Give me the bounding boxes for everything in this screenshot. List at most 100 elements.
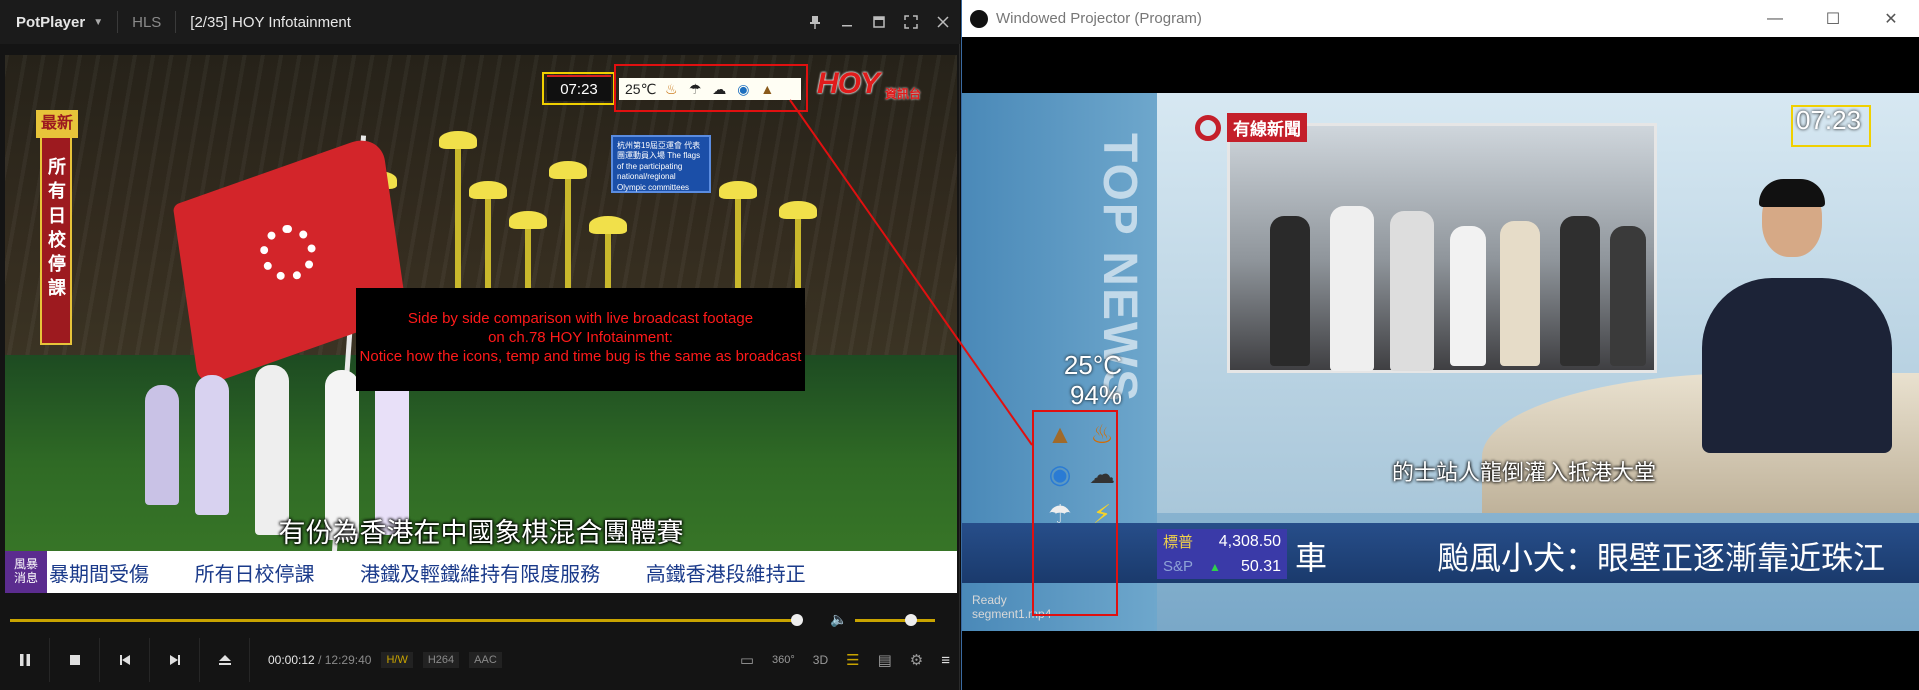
menu-icon[interactable]: ≡ <box>941 652 950 669</box>
stock-change: 50.31 <box>1240 557 1281 575</box>
ticker-badge-line: 風暴 <box>13 557 38 572</box>
chevron-down-icon: ▼ <box>93 16 104 28</box>
projector-window: Windowed Projector (Program) — ☐ ✕ TOP N… <box>961 0 1919 690</box>
annotation-note: Side by side comparison with live broadc… <box>356 288 805 391</box>
projector-titlebar[interactable]: Windowed Projector (Program) — ☐ ✕ <box>962 0 1919 37</box>
app-name: PotPlayer <box>16 13 86 31</box>
video-codec-badge: H264 <box>422 652 460 668</box>
volume-icon[interactable]: 🔈 <box>830 611 847 628</box>
ticker-badge-line: 消息 <box>13 571 38 585</box>
stop-button[interactable] <box>50 638 100 682</box>
ticker-item: 高鐵香港段維持正 <box>645 563 806 586</box>
vr-360-icon[interactable]: 360° <box>772 654 795 666</box>
source-label: HLS <box>132 13 162 31</box>
time-separator: / <box>318 653 322 667</box>
subtitle-icon[interactable]: ▤ <box>878 651 892 669</box>
up-arrow-icon: ▲ <box>1209 559 1221 574</box>
ticker-headline: 颱風小犬：眼壁正逐漸靠近珠江 <box>1437 540 1886 576</box>
video-subtitle: 的士站人龍倒灌入抵港大堂 <box>1392 460 1657 485</box>
playlist-search-icon[interactable]: ☰ <box>846 651 859 669</box>
note-line: Side by side comparison with live broadc… <box>407 310 754 327</box>
previous-button[interactable] <box>100 638 150 682</box>
stock-label: 標普 <box>1163 534 1194 551</box>
volume-slider[interactable] <box>855 619 935 622</box>
bauhinia-emblem <box>260 225 316 281</box>
pause-icon <box>19 654 30 666</box>
volume-handle[interactable] <box>905 614 917 626</box>
traveler <box>1500 221 1540 366</box>
window-title: Windowed Projector (Program) <box>996 10 1202 27</box>
audio-codec-badge: AAC <box>469 652 502 668</box>
ticker-text: 暴期間受傷 所有日校停課 港鐵及輕鐵維持有限度服務 高鐵香港段維持正 <box>47 558 846 587</box>
window-controls <box>806 0 952 44</box>
video-frame[interactable]: 杭州第19屆亞運會 代表團運動員入場 The flags of the part… <box>5 55 957 593</box>
side-banner-text: 所有日校停課 <box>48 157 66 299</box>
seek-handle[interactable] <box>791 614 803 626</box>
gear-icon[interactable]: ⚙ <box>910 651 923 669</box>
traveler <box>1390 211 1434 371</box>
annotation-red-box <box>614 64 808 112</box>
ticker-item: 港鐵及輕鐵維持有限度服務 <box>360 563 601 586</box>
traveler <box>1560 216 1600 366</box>
seek-bar[interactable] <box>10 619 800 622</box>
annotation-red-box <box>1032 410 1118 616</box>
playback-time: 00:00:12 / 12:29:40 <box>268 653 371 667</box>
potplayer-window: PotPlayer ▼ HLS [2/35] HOY Infotainment <box>0 0 960 690</box>
eject-icon <box>218 655 231 665</box>
stock-row: S&P ▲ 50.31 <box>1157 554 1287 579</box>
traveler <box>1330 206 1374 371</box>
weather-humidity: 94% <box>1069 380 1122 410</box>
note-line: on ch.78 HOY Infotainment: <box>488 328 673 346</box>
3d-icon[interactable]: 3D <box>813 653 828 667</box>
window-controls: — ☐ ✕ <box>1746 0 1919 37</box>
ticker-item: 所有日校停課 <box>194 563 315 586</box>
maximize-icon[interactable] <box>870 13 888 31</box>
next-button[interactable] <box>150 638 200 682</box>
previous-icon <box>119 655 130 665</box>
maximize-icon[interactable]: ☐ <box>1804 0 1862 37</box>
ticker-item: 暴期間受傷 <box>49 563 149 586</box>
stock-value: 4,308.50 <box>1218 532 1281 550</box>
cable-logo-ring <box>1195 114 1221 141</box>
cable-logo-text: 有線新聞 <box>1227 113 1307 142</box>
obs-icon <box>970 9 988 28</box>
athlete <box>195 375 229 515</box>
minimize-icon[interactable]: — <box>1746 0 1804 37</box>
divider <box>175 11 177 33</box>
potplayer-titlebar[interactable]: PotPlayer ▼ HLS [2/35] HOY Infotainment <box>0 0 960 44</box>
video-subtitle: 有份為香港在中國象棋混合團體賽 <box>278 518 684 548</box>
ticker-fragment: 車 <box>1295 540 1328 576</box>
stop-icon <box>69 655 80 665</box>
stadium-sign: 杭州第19屆亞運會 代表團運動員入場 The flags of the part… <box>611 135 711 193</box>
hw-accel-badge[interactable]: H/W <box>381 652 413 668</box>
athlete <box>255 365 289 535</box>
cable-news-logo: 有線新聞 <box>1195 113 1307 142</box>
next-icon <box>169 655 180 665</box>
hoy-logo-sub: 資訊台 <box>885 87 922 101</box>
ticker-badge: 風暴 消息 <box>5 551 47 593</box>
minimize-icon[interactable] <box>838 13 856 31</box>
side-banner-top: 最新 <box>36 110 78 138</box>
weather-temp: 25°C <box>1063 350 1122 380</box>
divider <box>117 11 119 33</box>
news-ticker: 風暴 消息 暴期間受傷 所有日校停課 港鐵及輕鐵維持有限度服務 高鐵香港段維持正 <box>5 551 957 593</box>
stock-row: 標普 4,308.50 <box>1157 529 1287 554</box>
note-line: Notice how the icons, temp and time bug … <box>359 347 802 365</box>
stock-box: 標普 4,308.50 S&P ▲ 50.31 <box>1157 529 1287 579</box>
anchor-body <box>1702 278 1892 453</box>
pause-button[interactable] <box>0 638 50 682</box>
window-title: [2/35] HOY Infotainment <box>190 13 351 31</box>
close-icon[interactable] <box>934 13 952 31</box>
stock-label: S&P <box>1163 558 1194 575</box>
traveler <box>1270 216 1310 366</box>
potplayer-menu-button[interactable]: PotPlayer ▼ <box>0 14 103 31</box>
fullscreen-icon[interactable] <box>902 13 920 31</box>
pin-icon[interactable] <box>806 13 824 31</box>
cast-icon[interactable]: ▭ <box>740 651 754 669</box>
duration: 12:29:40 <box>324 653 372 667</box>
annotation-yellow-box <box>542 72 615 105</box>
open-file-button[interactable] <box>200 638 250 682</box>
right-controls: ▭ 360° 3D ☰ ▤ ⚙ ≡ <box>740 638 950 682</box>
current-time: 00:00:12 <box>268 653 315 667</box>
close-icon[interactable]: ✕ <box>1862 0 1919 37</box>
